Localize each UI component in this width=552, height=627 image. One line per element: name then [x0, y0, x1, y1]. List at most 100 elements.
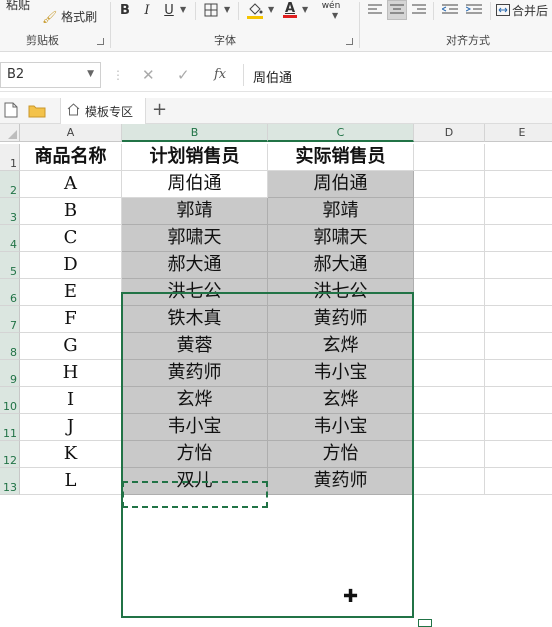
cell-a1[interactable]: 商品名称	[20, 144, 122, 171]
cell-c9[interactable]: 韦小宝	[268, 360, 414, 387]
row-header-10[interactable]: 10	[0, 387, 20, 414]
cell-c5[interactable]: 郝大通	[268, 252, 414, 279]
cell-e10[interactable]	[485, 387, 552, 414]
cell-a7[interactable]: F	[20, 306, 122, 333]
cell-e8[interactable]	[485, 333, 552, 360]
cell-c3[interactable]: 郭靖	[268, 198, 414, 225]
cell-a8[interactable]: G	[20, 333, 122, 360]
align-center-button[interactable]	[387, 0, 407, 20]
row-header-7[interactable]: 7	[0, 306, 20, 333]
borders-dropdown-icon[interactable]: ▼	[224, 5, 230, 14]
column-header-b[interactable]: B	[122, 124, 268, 142]
new-file-icon[interactable]	[4, 102, 18, 122]
name-box[interactable]: B2 ▼	[0, 62, 101, 88]
increase-indent-button[interactable]	[464, 0, 484, 20]
cell-c13[interactable]: 黄药师	[268, 468, 414, 495]
merge-center-button[interactable]: 合并后	[496, 0, 552, 20]
cell-d1[interactable]	[414, 144, 485, 171]
cell-d8[interactable]	[414, 333, 485, 360]
underline-button[interactable]: U	[162, 0, 176, 20]
cell-d4[interactable]	[414, 225, 485, 252]
cell-d2[interactable]	[414, 171, 485, 198]
row-header-6[interactable]: 6	[0, 279, 20, 306]
fill-color-dropdown-icon[interactable]: ▼	[268, 5, 274, 14]
cell-d6[interactable]	[414, 279, 485, 306]
cell-d5[interactable]	[414, 252, 485, 279]
select-all-corner[interactable]	[0, 124, 20, 142]
underline-dropdown-icon[interactable]: ▼	[180, 5, 186, 14]
row-header-12[interactable]: 12	[0, 441, 20, 468]
decrease-indent-button[interactable]	[440, 0, 460, 20]
folder-icon[interactable]	[28, 103, 46, 122]
cell-e6[interactable]	[485, 279, 552, 306]
cancel-icon[interactable]: ✕	[142, 66, 155, 84]
cell-a9[interactable]: H	[20, 360, 122, 387]
cell-b5[interactable]: 郝大通	[122, 252, 268, 279]
cell-a5[interactable]: D	[20, 252, 122, 279]
phonetic-dropdown-icon[interactable]: ▼	[332, 11, 338, 20]
insert-function-icon[interactable]: fx	[214, 67, 226, 82]
cell-b12[interactable]: 方怡	[122, 441, 268, 468]
cell-b7[interactable]: 铁木真	[122, 306, 268, 333]
cell-c10[interactable]: 玄烨	[268, 387, 414, 414]
formula-input[interactable]: 周伯通	[253, 67, 292, 86]
cell-e13[interactable]	[485, 468, 552, 495]
row-header-8[interactable]: 8	[0, 333, 20, 360]
row-header-3[interactable]: 3	[0, 198, 20, 225]
tab-template-zone[interactable]: 模板专区	[60, 98, 146, 124]
cell-a4[interactable]: C	[20, 225, 122, 252]
row-header-11[interactable]: 11	[0, 414, 20, 441]
column-header-e[interactable]: E	[485, 124, 552, 142]
font-launcher-icon[interactable]	[346, 38, 353, 45]
phonetic-button[interactable]: wén	[320, 0, 342, 20]
cell-e5[interactable]	[485, 252, 552, 279]
cell-c12[interactable]: 方怡	[268, 441, 414, 468]
fill-handle[interactable]	[418, 619, 432, 627]
column-header-a[interactable]: A	[20, 124, 122, 142]
cell-a3[interactable]: B	[20, 198, 122, 225]
cell-c2[interactable]: 周伯通	[268, 171, 414, 198]
cell-c7[interactable]: 黄药师	[268, 306, 414, 333]
cell-a13[interactable]: L	[20, 468, 122, 495]
cell-d10[interactable]	[414, 387, 485, 414]
align-left-button[interactable]	[366, 0, 384, 20]
cell-e2[interactable]	[485, 171, 552, 198]
cell-b11[interactable]: 韦小宝	[122, 414, 268, 441]
confirm-icon[interactable]: ✓	[177, 66, 190, 84]
cell-d11[interactable]	[414, 414, 485, 441]
borders-button[interactable]	[202, 0, 220, 20]
cell-a6[interactable]: E	[20, 279, 122, 306]
cell-b4[interactable]: 郭啸天	[122, 225, 268, 252]
row-header-5[interactable]: 5	[0, 252, 20, 279]
cell-c6[interactable]: 洪七公	[268, 279, 414, 306]
cell-c11[interactable]: 韦小宝	[268, 414, 414, 441]
cell-b10[interactable]: 玄烨	[122, 387, 268, 414]
cell-c4[interactable]: 郭啸天	[268, 225, 414, 252]
cell-b9[interactable]: 黄药师	[122, 360, 268, 387]
row-header-9[interactable]: 9	[0, 360, 20, 387]
cell-b2[interactable]: 周伯通	[122, 171, 268, 198]
column-header-d[interactable]: D	[414, 124, 485, 142]
cell-a12[interactable]: K	[20, 441, 122, 468]
cell-e3[interactable]	[485, 198, 552, 225]
clipboard-launcher-icon[interactable]	[97, 38, 104, 45]
italic-button[interactable]: I	[140, 0, 154, 20]
font-color-button[interactable]: A	[282, 0, 298, 20]
cell-b8[interactable]: 黄蓉	[122, 333, 268, 360]
cell-e7[interactable]	[485, 306, 552, 333]
cell-a11[interactable]: J	[20, 414, 122, 441]
format-painter-button[interactable]: 🖌︎ 格式刷	[42, 8, 97, 25]
cell-b13[interactable]: 双儿	[122, 468, 268, 495]
row-header-1[interactable]: 1	[0, 144, 20, 171]
cell-d12[interactable]	[414, 441, 485, 468]
name-box-dropdown-icon[interactable]: ▼	[87, 69, 94, 79]
cell-d13[interactable]	[414, 468, 485, 495]
paste-button[interactable]: 粘贴	[6, 0, 30, 13]
cell-d7[interactable]	[414, 306, 485, 333]
cell-e9[interactable]	[485, 360, 552, 387]
cell-a10[interactable]: I	[20, 387, 122, 414]
bold-button[interactable]: B	[118, 0, 132, 20]
cell-c8[interactable]: 玄烨	[268, 333, 414, 360]
row-header-13[interactable]: 13	[0, 468, 20, 495]
font-color-dropdown-icon[interactable]: ▼	[302, 5, 308, 14]
